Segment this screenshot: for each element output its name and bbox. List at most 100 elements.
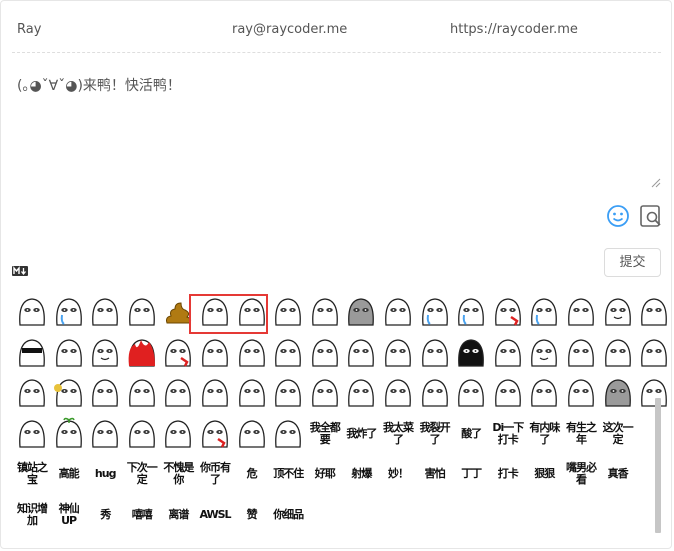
emoji-sticker-text[interactable]: 真香 (601, 457, 635, 491)
yes-face-pair-emoji[interactable] (271, 295, 305, 329)
emoji-sticker-text[interactable]: 秀 (88, 498, 122, 532)
happy-face-emoji[interactable] (527, 336, 561, 370)
emoji-sticker-text[interactable]: 知识增加 (15, 498, 49, 532)
blank-face-emoji[interactable] (527, 376, 561, 410)
stare-face-emoji[interactable] (125, 417, 159, 451)
link-field[interactable]: https://raycoder.me (450, 22, 578, 37)
emoji-sticker-text[interactable]: 顶不住 (271, 457, 305, 491)
flag-face-emoji[interactable] (235, 336, 269, 370)
submit-button[interactable]: 提交 (604, 248, 661, 277)
wink-face-emoji[interactable] (381, 295, 415, 329)
preview-button[interactable] (638, 203, 664, 229)
blank-face-emoji[interactable] (271, 376, 305, 410)
emoji-sticker-text[interactable]: 危 (235, 457, 269, 491)
resize-grip[interactable] (651, 173, 661, 188)
hands-face-emoji[interactable] (344, 376, 378, 410)
sleepy-face-emoji[interactable] (381, 336, 415, 370)
emoji-sticker-text[interactable]: 妙！ (381, 457, 415, 491)
sneaky-face-emoji[interactable] (564, 336, 598, 370)
emoji-sticker-text[interactable]: 嘻嘻 (125, 498, 159, 532)
emoji-sticker-text[interactable]: Di一下打卡 (491, 417, 525, 451)
spray-face-emoji[interactable] (88, 376, 122, 410)
emoji-sticker-text[interactable]: 嘴男必看 (564, 457, 598, 491)
emoji-sticker-text[interactable]: AWSL (198, 498, 232, 532)
bleeding-face-emoji[interactable] (161, 336, 195, 370)
fire-face-emoji[interactable] (125, 336, 159, 370)
emoji-sticker-text[interactable]: hug (88, 457, 122, 491)
poop-emoji[interactable] (161, 295, 195, 329)
blank-face-emoji[interactable] (308, 336, 342, 370)
smile-face-emoji[interactable] (88, 336, 122, 370)
emoji-sticker-text[interactable]: 这次一定 (601, 417, 635, 451)
emoji-sticker-text[interactable]: 赞 (235, 498, 269, 532)
markdown-icon[interactable] (12, 261, 28, 276)
drool-face-emoji[interactable] (527, 295, 561, 329)
flower-face-emoji[interactable] (52, 376, 86, 410)
cover-face-emoji[interactable] (161, 376, 195, 410)
emoji-sticker-text[interactable]: 我裂开了 (418, 417, 452, 451)
emoji-button[interactable] (605, 203, 631, 229)
shout-face-emoji[interactable] (271, 417, 305, 451)
emoji-sticker-text[interactable]: 酸了 (454, 417, 488, 451)
hug-face-emoji[interactable] (15, 417, 49, 451)
pointing-gun-face-emoji[interactable] (88, 295, 122, 329)
crying-face-emoji[interactable] (418, 295, 452, 329)
puzzled-face-emoji[interactable] (381, 376, 415, 410)
blank-face-emoji[interactable] (125, 376, 159, 410)
candle-face-emoji[interactable] (454, 376, 488, 410)
emoji-sticker-text[interactable]: 害怕 (418, 457, 452, 491)
covered-face-emoji[interactable] (601, 336, 635, 370)
grey-ghost-face-emoji[interactable] (344, 295, 378, 329)
blank-face-emoji[interactable] (198, 295, 232, 329)
emoji-scrollbar[interactable] (655, 398, 661, 533)
emoji-sticker-text[interactable]: 离谱 (161, 498, 195, 532)
emoji-sticker-text[interactable]: 我太菜了 (381, 417, 415, 451)
black-hood-face-emoji[interactable] (454, 336, 488, 370)
thinking-face-emoji[interactable] (344, 336, 378, 370)
blank-face-emoji[interactable] (418, 336, 452, 370)
emoji-sticker-text[interactable]: 不愧是你 (161, 457, 195, 491)
bleeding-face-emoji[interactable] (491, 295, 525, 329)
blank-face-emoji[interactable] (15, 295, 49, 329)
glitch-face-emoji[interactable] (637, 295, 671, 329)
crying-face-emoji[interactable] (52, 295, 86, 329)
censored-face-emoji[interactable] (491, 376, 525, 410)
scared-face-emoji[interactable] (235, 417, 269, 451)
crying-face-emoji[interactable] (454, 295, 488, 329)
emoji-sticker-text[interactable]: 你币有了 (198, 457, 232, 491)
emoji-sticker-text[interactable]: 你细品 (271, 498, 305, 532)
emoji-sticker-text[interactable]: 好耶 (308, 457, 342, 491)
blood-face-emoji[interactable] (198, 417, 232, 451)
mail-field[interactable]: ray@raycoder.me (232, 22, 347, 37)
smug-face-emoji[interactable] (125, 295, 159, 329)
blank-face-emoji[interactable] (564, 376, 598, 410)
emoji-sticker-text[interactable]: 射爆 (344, 457, 378, 491)
grey-face-emoji[interactable] (601, 376, 635, 410)
peek-face-emoji[interactable] (235, 376, 269, 410)
peek-face-emoji[interactable] (88, 417, 122, 451)
peek-face-emoji[interactable] (198, 336, 232, 370)
emoji-sticker-text[interactable]: 有内味了 (527, 417, 561, 451)
emoji-sticker-text[interactable]: 我炸了 (344, 417, 378, 451)
emoji-sticker-text[interactable]: 有生之年 (564, 417, 598, 451)
blank-face-emoji[interactable] (198, 376, 232, 410)
tongue-face-emoji[interactable] (161, 417, 195, 451)
shy-face-emoji[interactable] (418, 376, 452, 410)
emoji-sticker-text[interactable]: 下次一定 (125, 457, 159, 491)
blank-face-emoji[interactable] (271, 336, 305, 370)
emoji-sticker-text[interactable]: 丁丁 (454, 457, 488, 491)
blank-face-emoji[interactable] (637, 336, 671, 370)
angry-face-emoji[interactable] (15, 376, 49, 410)
emoji-sticker-text[interactable]: 镇站之宝 (15, 457, 49, 491)
emoji-sticker-text[interactable]: 我全都要 (308, 417, 342, 451)
dizzy-face-emoji[interactable] (564, 295, 598, 329)
sad-face-emoji[interactable] (52, 336, 86, 370)
sprout-face-emoji[interactable] (52, 417, 86, 451)
comment-textarea[interactable]: (｡◕ˇ∀ˇ◕)来鸭！快活鸭！ (17, 75, 181, 95)
blank-face-emoji[interactable] (308, 295, 342, 329)
sunglasses-face-emoji[interactable] (15, 336, 49, 370)
big-eye-face-emoji[interactable] (491, 336, 525, 370)
emoji-sticker-text[interactable]: 狠狠 (527, 457, 561, 491)
blank-face-emoji[interactable] (308, 376, 342, 410)
nick-field[interactable]: Ray (17, 22, 41, 37)
